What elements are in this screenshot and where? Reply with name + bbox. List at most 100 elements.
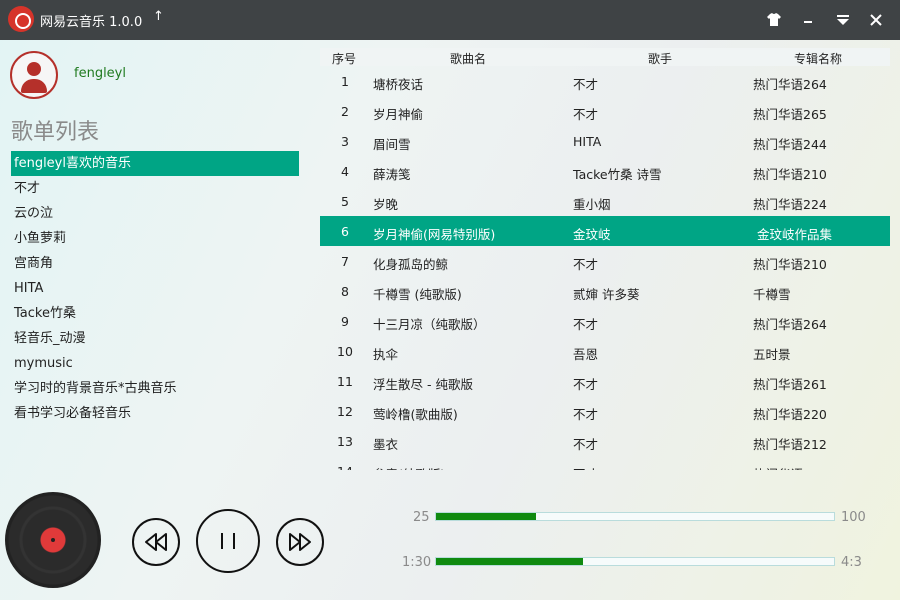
- cell-artist: 吾恩: [573, 347, 599, 362]
- cell-artist: 重小烟: [573, 197, 611, 212]
- cell-number: 5: [341, 194, 349, 209]
- volume-slider[interactable]: [435, 512, 835, 521]
- cell-number: 9: [341, 314, 349, 329]
- menu-button[interactable]: [831, 8, 855, 32]
- table-row[interactable]: 6 岁月神偷(网易特别版) 金玟岐 金玟岐作品集: [320, 216, 890, 246]
- cell-number: 11: [337, 374, 353, 389]
- cell-album: 热门华语261: [753, 377, 827, 392]
- table-row[interactable]: 8 千樽雪 (纯歌版) 贰婶 许多葵 千樽雪: [320, 276, 890, 306]
- table-row[interactable]: 3 眉间雪 HITA 热门华语244: [320, 126, 890, 156]
- cell-number: 6: [341, 224, 349, 239]
- cell-number: 8: [341, 284, 349, 299]
- cell-album: 热门华语224: [753, 197, 827, 212]
- netease-logo-icon: [8, 6, 34, 32]
- cell-album: 热门华语250: [753, 464, 827, 470]
- playlist-item[interactable]: mymusic: [11, 351, 299, 376]
- app-title: 网易云音乐 1.0.0: [40, 15, 143, 30]
- cell-number: 3: [341, 134, 349, 149]
- username[interactable]: fengleyl: [74, 66, 126, 81]
- cell-title: 莺岭橹(歌曲版): [373, 407, 458, 422]
- cell-album: 热门华语220: [753, 407, 827, 422]
- playlist-item[interactable]: 轻音乐_动漫: [11, 326, 299, 351]
- table-header: 序号 歌曲名 歌手 专辑名称: [320, 48, 890, 66]
- playlist-item[interactable]: HITA: [11, 276, 299, 301]
- cell-title: 浮生散尽 - 纯歌版: [373, 377, 473, 392]
- close-button[interactable]: [864, 8, 888, 32]
- cell-number: 13: [337, 434, 353, 449]
- cell-number: 1: [341, 74, 349, 89]
- rewind-icon: [145, 533, 167, 551]
- cell-artist: 不才: [573, 407, 599, 422]
- cell-number: 4: [341, 164, 349, 179]
- minimize-button[interactable]: [796, 8, 820, 32]
- playlist-item[interactable]: 小鱼萝莉: [11, 226, 299, 251]
- cell-title: 塘桥夜话: [373, 77, 424, 92]
- column-header-number[interactable]: 序号: [332, 50, 356, 67]
- table-row[interactable]: 11 浮生散尽 - 纯歌版 不才 热门华语261: [320, 366, 890, 396]
- time-current: 1:30: [402, 555, 432, 570]
- table-row[interactable]: 1 塘桥夜话 不才 热门华语264: [320, 66, 890, 96]
- table-row[interactable]: 12 莺岭橹(歌曲版) 不才 热门华语220: [320, 396, 890, 426]
- cell-album: 热门华语264: [753, 77, 827, 92]
- cell-album: 热门华语265: [753, 107, 827, 122]
- cell-artist: Tacke竹桑 诗雪: [573, 167, 662, 182]
- cell-artist: 贰婶 许多葵: [573, 287, 640, 302]
- cell-artist: 不才: [573, 317, 599, 332]
- cell-title: 化身孤岛的鲸: [373, 257, 449, 272]
- column-header-artist[interactable]: 歌手: [648, 50, 672, 67]
- upload-icon[interactable]: ↑: [153, 9, 164, 24]
- time-total: 4:3: [841, 555, 862, 570]
- progress-slider[interactable]: [435, 557, 835, 566]
- cell-artist: 不才: [573, 77, 599, 92]
- table-row[interactable]: 10 执伞 吾恩 五时景: [320, 336, 890, 366]
- table-row[interactable]: 9 十三月凉（纯歌版） 不才 热门华语264: [320, 306, 890, 336]
- cell-title: 叁章(纯歌版): [373, 464, 445, 470]
- cell-album: 热门华语264: [753, 317, 827, 332]
- playlist-item[interactable]: 不才: [11, 176, 299, 201]
- table-row[interactable]: 7 化身孤岛的鲸 不才 热门华语210: [320, 246, 890, 276]
- cell-title: 岁月神偷(网易特别版): [373, 227, 496, 242]
- cell-artist: 不才: [573, 107, 599, 122]
- cell-title: 眉间雪: [373, 137, 411, 152]
- cell-title: 岁晚: [373, 197, 399, 212]
- playlist-item[interactable]: 宫商角: [11, 251, 299, 276]
- playlist-item[interactable]: Tacke竹桑: [11, 301, 299, 326]
- cell-number: 14: [320, 464, 370, 470]
- table-row[interactable]: 2 岁月神偷 不才 热门华语265: [320, 96, 890, 126]
- close-icon: [870, 14, 882, 26]
- pause-button[interactable]: [196, 509, 260, 573]
- playlist-list: fengleyl喜欢的音乐 不才 云の泣 小鱼萝莉 宫商角 HITA Tacke竹桑 轻音乐_…: [11, 151, 299, 426]
- minimize-icon: [804, 21, 812, 23]
- title-bar: 网易云音乐 1.0.0 ↑: [0, 0, 900, 40]
- cell-title: 千樽雪 (纯歌版): [373, 287, 462, 302]
- shirt-icon: [767, 13, 781, 26]
- playlist-item[interactable]: 学习时的背景音乐*古典音乐: [11, 376, 299, 401]
- user-icon: [27, 62, 41, 76]
- dropdown-menu-icon: [837, 15, 849, 25]
- playlist-item[interactable]: 云の泣: [11, 201, 299, 226]
- table-body: 1 塘桥夜话 不才 热门华语264 2 岁月神偷 不才 热门华语265 3 眉间雪 HITA 热门华语…: [320, 66, 890, 470]
- cell-artist: 不才: [573, 257, 599, 272]
- cell-artist: 不才: [573, 464, 598, 470]
- table-row[interactable]: 5 岁晚 重小烟 热门华语224: [320, 186, 890, 216]
- avatar[interactable]: [10, 51, 58, 99]
- cell-album: 热门华语212: [753, 437, 827, 452]
- table-row[interactable]: 14叁章(纯歌版) 不才 热门华语250: [320, 456, 890, 470]
- cell-artist: 不才: [573, 377, 599, 392]
- cell-album: 热门华语210: [753, 257, 827, 272]
- cell-number: 10: [337, 344, 353, 359]
- table-row[interactable]: 4 薛涛笺 Tacke竹桑 诗雪 热门华语210: [320, 156, 890, 186]
- table-row[interactable]: 13 墨衣 不才 热门华语212: [320, 426, 890, 456]
- volume-fill: [436, 513, 536, 520]
- cell-artist: 不才: [573, 437, 599, 452]
- playlist-item[interactable]: 看书学习必备轻音乐: [11, 401, 299, 426]
- column-header-title[interactable]: 歌曲名: [450, 50, 486, 67]
- cell-title: 墨衣: [373, 437, 399, 452]
- playlist-item[interactable]: fengleyl喜欢的音乐: [11, 151, 299, 176]
- cell-album: 千樽雪: [753, 287, 791, 302]
- skin-button[interactable]: [762, 8, 786, 32]
- song-table: 序号 歌曲名 歌手 专辑名称 1 塘桥夜话 不才 热门华语264 2 岁月神偷 不才 热门华语…: [320, 48, 890, 470]
- next-button[interactable]: [276, 518, 324, 566]
- column-header-album[interactable]: 专辑名称: [794, 50, 842, 67]
- previous-button[interactable]: [132, 518, 180, 566]
